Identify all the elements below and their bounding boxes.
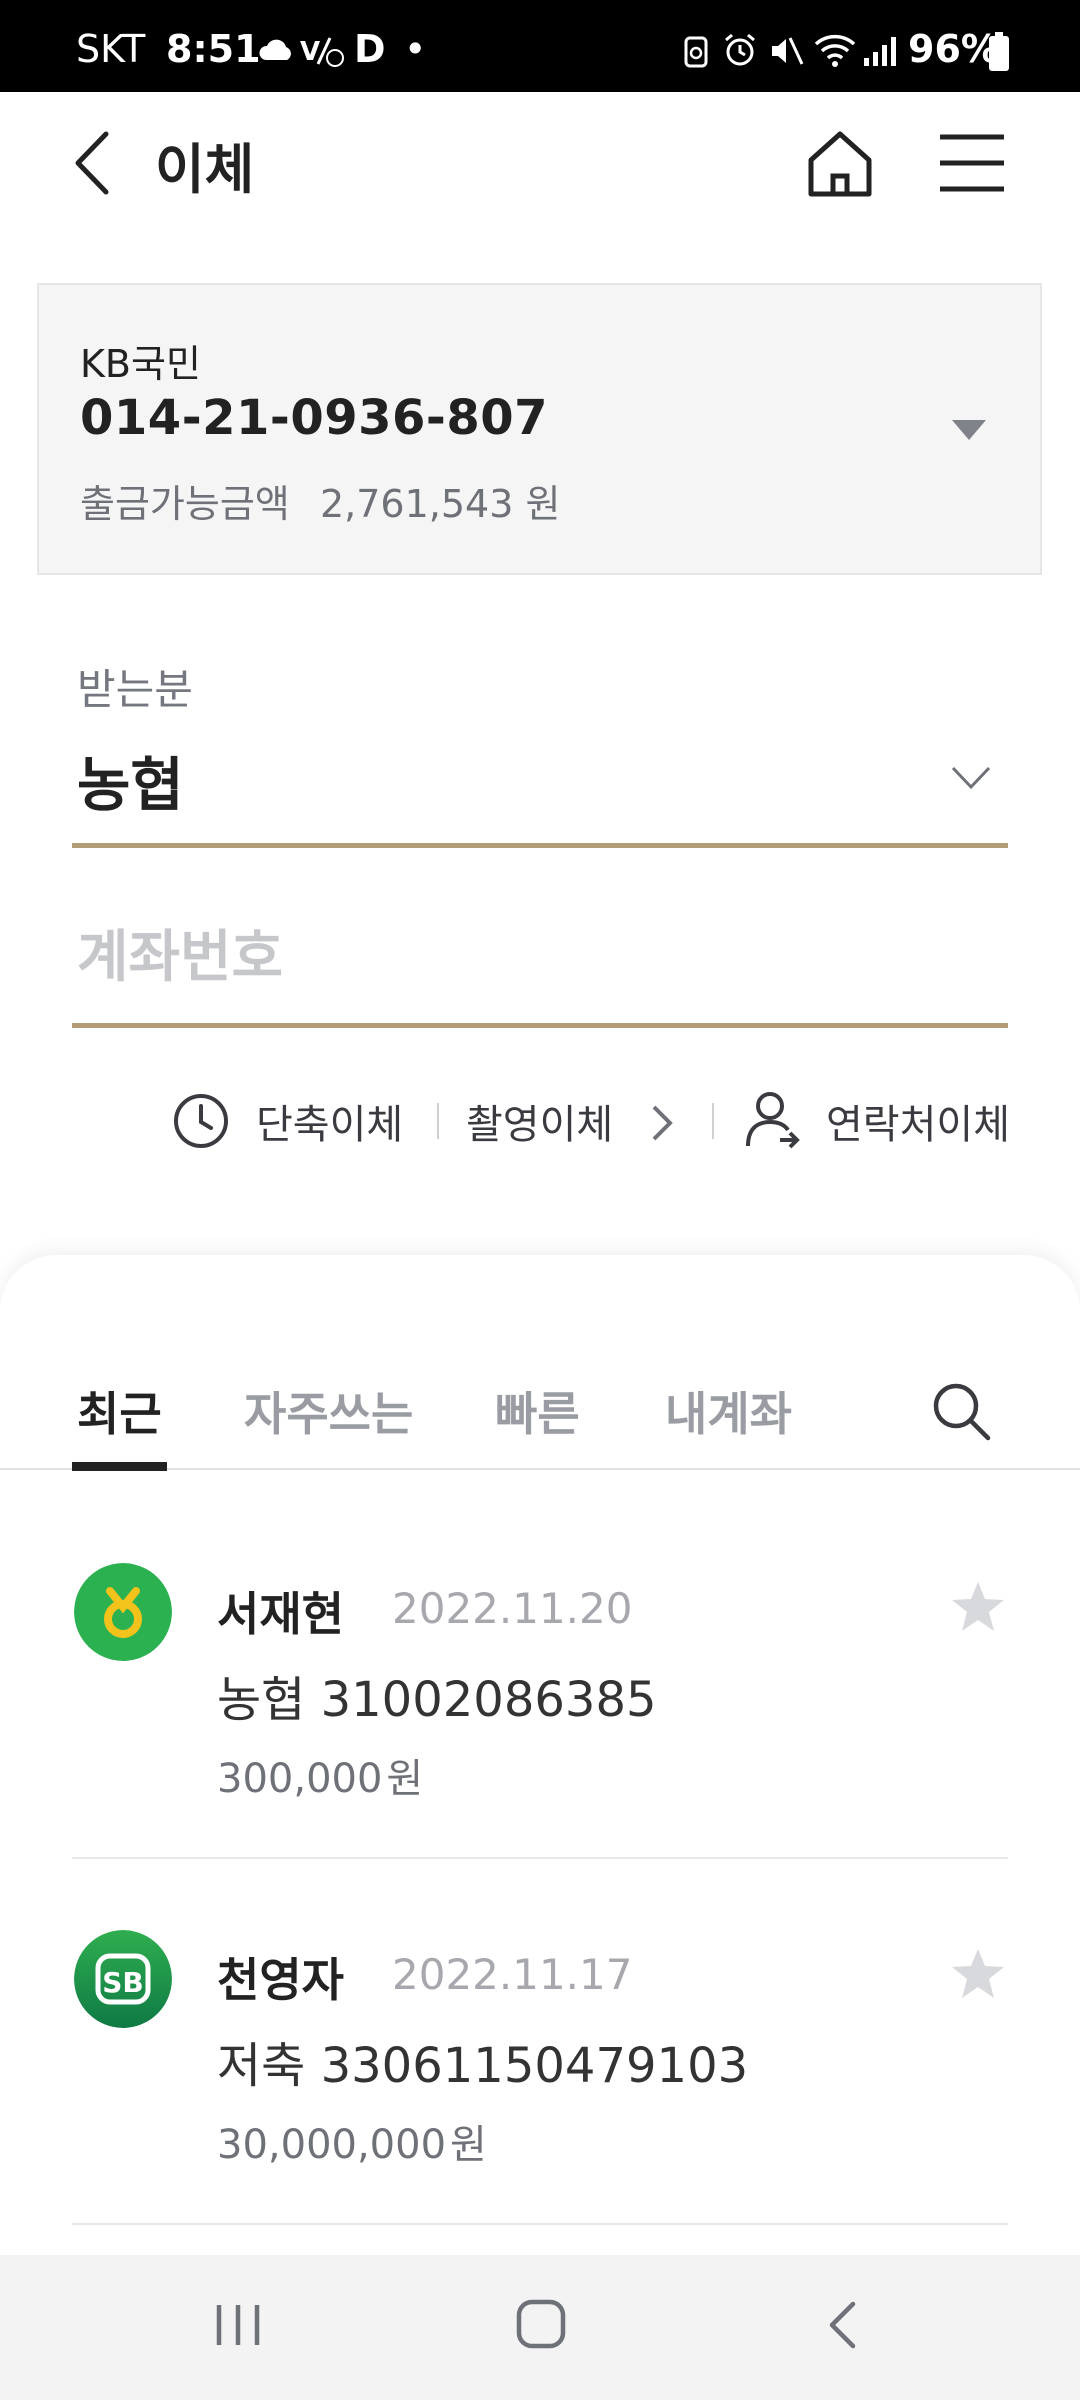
recipient-label: 받는분 <box>77 665 193 714</box>
amount-value: 30,000,000 <box>217 2122 447 2168</box>
account-dropdown-icon[interactable] <box>950 418 988 442</box>
battery-saver-icon <box>684 36 708 68</box>
recipient-account-number: 31002086385 <box>320 1672 657 1728</box>
amount-value: 300,000 <box>217 1756 383 1802</box>
available-balance-label: 출금가능금액 <box>80 482 290 526</box>
separator <box>437 1103 439 1139</box>
active-tab-indicator <box>72 1462 167 1471</box>
battery-icon <box>989 32 1009 71</box>
favorite-star-icon[interactable] <box>950 1947 1006 2001</box>
account-number-input[interactable] <box>77 925 937 990</box>
wifi-icon <box>814 34 856 67</box>
back-arrow-icon[interactable] <box>70 130 114 196</box>
app-notification-icon: D <box>354 27 386 71</box>
chevron-down-icon[interactable] <box>950 765 992 791</box>
chevron-right-icon[interactable] <box>650 1103 674 1143</box>
alarm-icon <box>725 33 755 66</box>
currency-unit: 원 <box>525 482 561 526</box>
battery-percent: 96% <box>908 27 999 71</box>
status-bar: SKT 8:51 V D • 96% <box>0 0 1080 92</box>
list-divider <box>72 1857 1008 1859</box>
bank-select-underline <box>72 843 1008 848</box>
withdraw-bank-name: KB국민 <box>80 342 201 386</box>
recipient-account: 저축 33061150479103 <box>217 2026 748 2096</box>
transfer-date: 2022.11.17 <box>392 1950 633 1999</box>
recipient-bank-select[interactable]: 농협 <box>77 738 184 822</box>
tab-frequent[interactable]: 자주쓰는 <box>244 1378 413 1444</box>
carrier-label: SKT <box>76 27 146 71</box>
contacts-transfer-button[interactable]: 연락처이체 <box>826 1092 1010 1150</box>
svg-text:SB: SB <box>102 1966 144 1999</box>
shortcut-transfer-button[interactable]: 단축이체 <box>256 1092 403 1150</box>
back-button-icon[interactable] <box>825 2300 859 2350</box>
mute-icon <box>772 37 804 65</box>
recipient-name: 서재현 <box>217 1587 344 1641</box>
recipient-name: 천영자 <box>217 1953 344 2007</box>
tab-recent[interactable]: 최근 <box>77 1378 162 1444</box>
recipient-account: 농협 31002086385 <box>217 1660 657 1730</box>
recent-apps-icon[interactable] <box>213 2302 263 2348</box>
nonghyup-logo-icon <box>74 1563 172 1661</box>
available-balance-value: 2,761,543 원 <box>320 473 560 528</box>
home-icon[interactable] <box>805 128 875 200</box>
recipient-bank: 농협 <box>217 1672 306 1728</box>
tab-my-accounts[interactable]: 내계좌 <box>665 1378 792 1444</box>
recipient-account-number: 33061150479103 <box>320 2038 749 2094</box>
separator <box>712 1103 714 1139</box>
tab-quick[interactable]: 빠른 <box>495 1378 580 1444</box>
page-title: 이체 <box>155 138 255 201</box>
transfer-amount: 300,000 원 <box>217 1746 423 1804</box>
more-notifications-dot: • <box>404 27 427 71</box>
available-balance-amount: 2,761,543 <box>320 482 514 526</box>
list-divider <box>72 2223 1008 2225</box>
recipient-bank: 저축 <box>217 2038 306 2094</box>
account-input-underline <box>72 1023 1008 1028</box>
volte-icon: V <box>300 37 344 67</box>
currency-unit: 원 <box>386 1756 424 1802</box>
search-icon[interactable] <box>930 1380 992 1442</box>
currency-unit: 원 <box>450 2122 487 2168</box>
transfer-amount: 30,000,000 원 <box>217 2112 487 2170</box>
clock: 8:51 <box>166 27 261 71</box>
favorite-star-icon[interactable] <box>950 1580 1006 1634</box>
menu-icon[interactable] <box>938 133 1006 193</box>
savings-bank-logo-icon: SB <box>74 1930 172 2028</box>
clock-icon <box>174 1094 228 1148</box>
cloud-icon <box>259 39 291 60</box>
contact-person-icon <box>746 1092 800 1149</box>
withdraw-account-number: 014-21-0936-807 <box>80 390 549 446</box>
home-button-icon[interactable] <box>515 2298 567 2350</box>
transfer-date: 2022.11.20 <box>392 1584 633 1633</box>
signal-icon <box>864 37 896 66</box>
photo-transfer-button[interactable]: 촬영이체 <box>466 1092 613 1150</box>
